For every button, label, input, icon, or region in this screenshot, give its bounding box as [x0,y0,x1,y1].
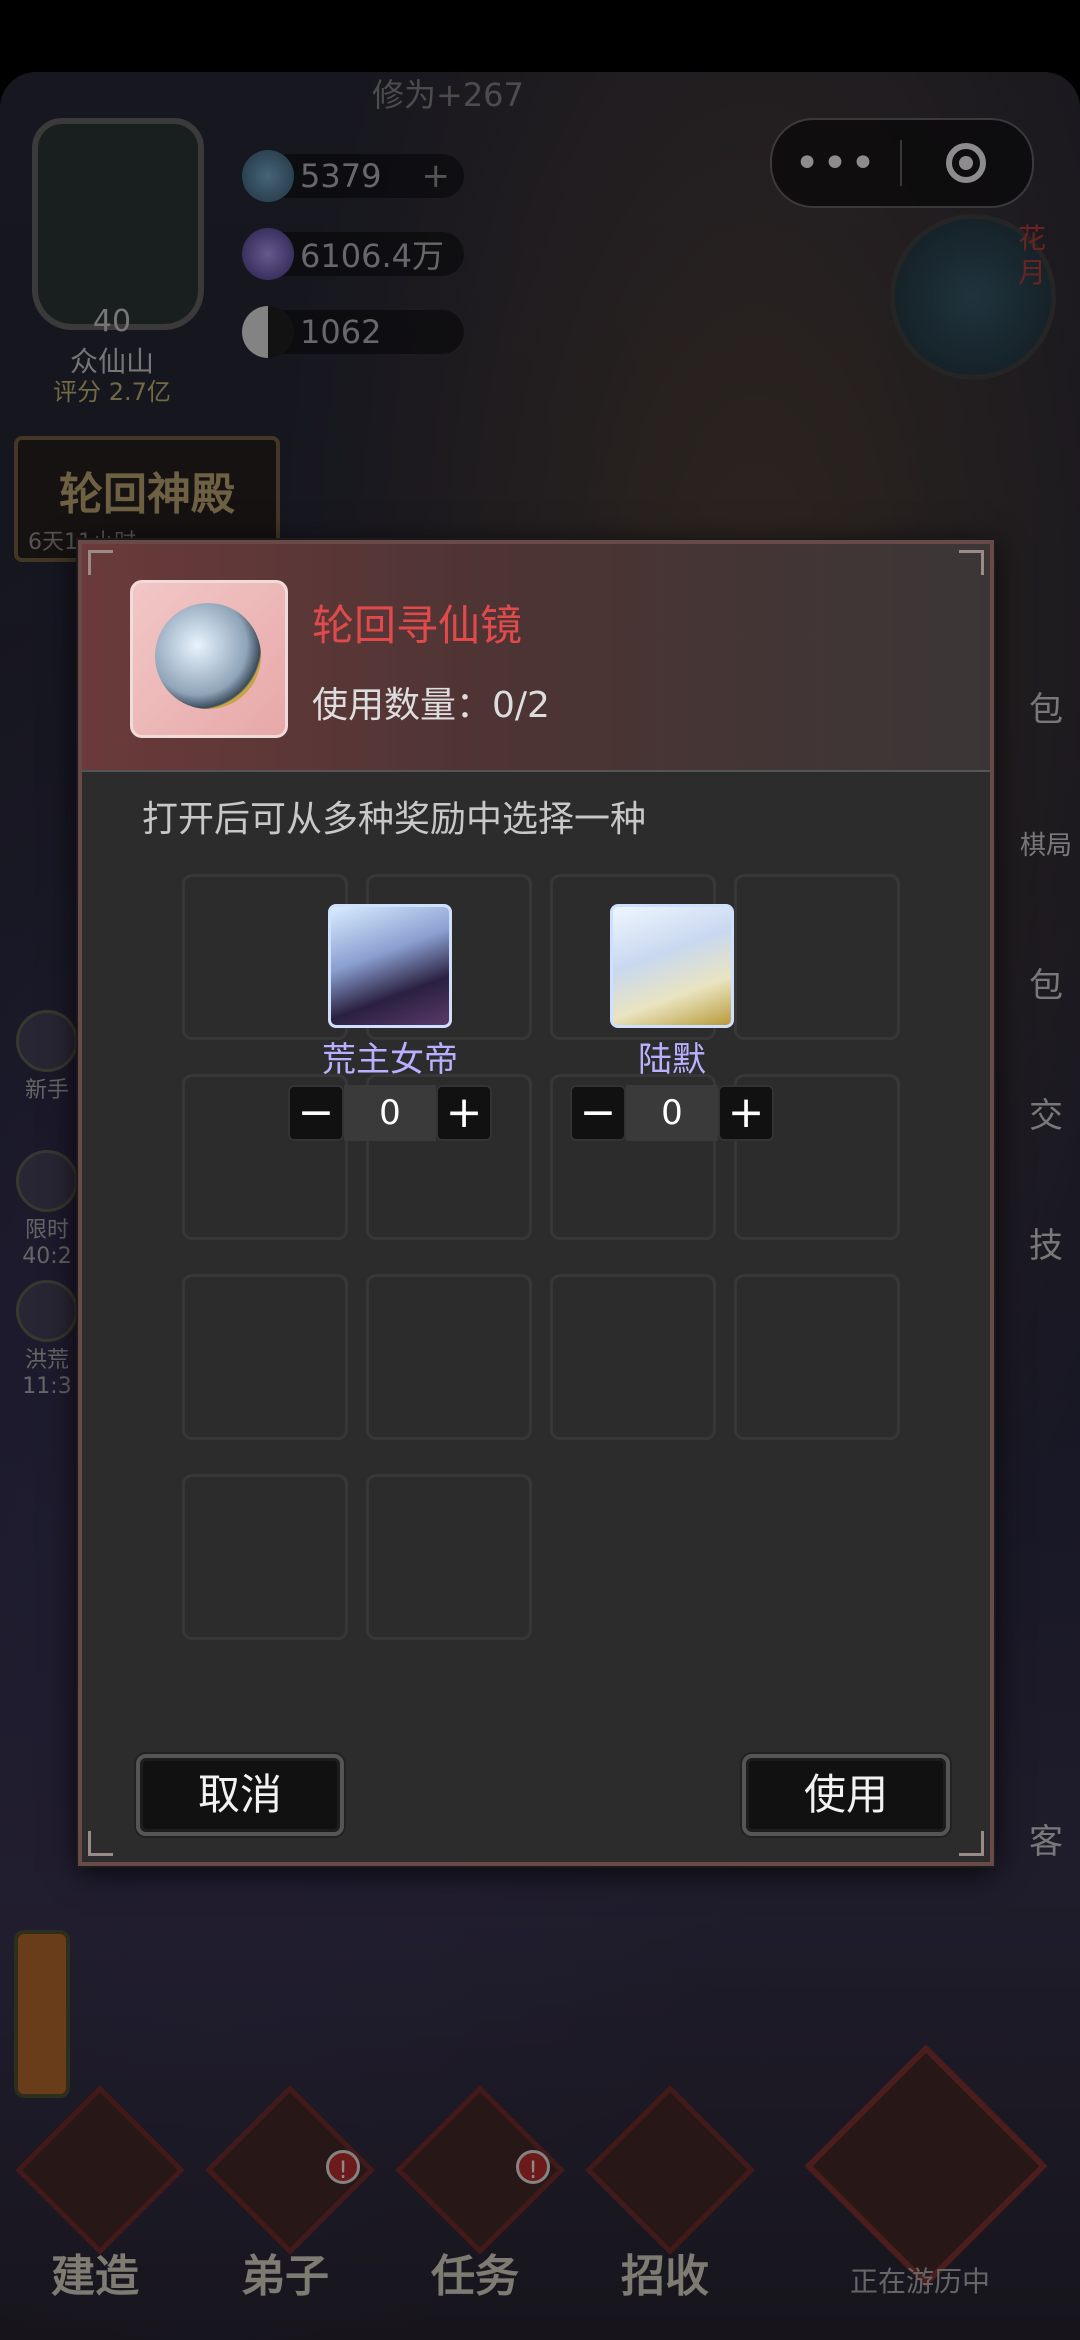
quantity-value[interactable]: 0 [344,1085,436,1141]
reward-option: 陆默 − 0 + [570,904,774,1144]
use-button[interactable]: 使用 [742,1754,950,1836]
quantity-stepper: − 0 + [288,1084,492,1142]
quantity-stepper: − 0 + [570,1084,774,1142]
reward-name: 荒主女帝 [322,1040,458,1080]
reward-portrait[interactable] [610,904,734,1028]
decrement-button[interactable]: − [570,1085,626,1141]
item-frame [130,580,288,738]
mirror-icon [155,603,261,709]
corner-ornament [959,550,984,575]
item-name: 轮回寻仙镜 [312,601,523,650]
increment-button[interactable]: + [436,1085,492,1141]
cancel-button[interactable]: 取消 [136,1754,344,1836]
increment-button[interactable]: + [718,1085,774,1141]
dialog-header: 轮回寻仙镜 使用数量：0/2 [82,544,990,772]
reward-portrait[interactable] [328,904,452,1028]
quantity-value[interactable]: 0 [626,1085,718,1141]
usage-count: 使用数量：0/2 [312,685,550,726]
corner-ornament [88,550,113,575]
item-use-dialog: 轮回寻仙镜 使用数量：0/2 打开后可从多种奖励中选择一种 荒主女帝 − 0 + [78,540,994,1866]
dialog-description: 打开后可从多种奖励中选择一种 [142,799,647,840]
corner-ornament [88,1831,113,1856]
decrement-button[interactable]: − [288,1085,344,1141]
reward-option: 荒主女帝 − 0 + [288,904,492,1144]
reward-name: 陆默 [638,1040,706,1080]
background-item-grid [182,874,900,1664]
corner-ornament [959,1831,984,1856]
